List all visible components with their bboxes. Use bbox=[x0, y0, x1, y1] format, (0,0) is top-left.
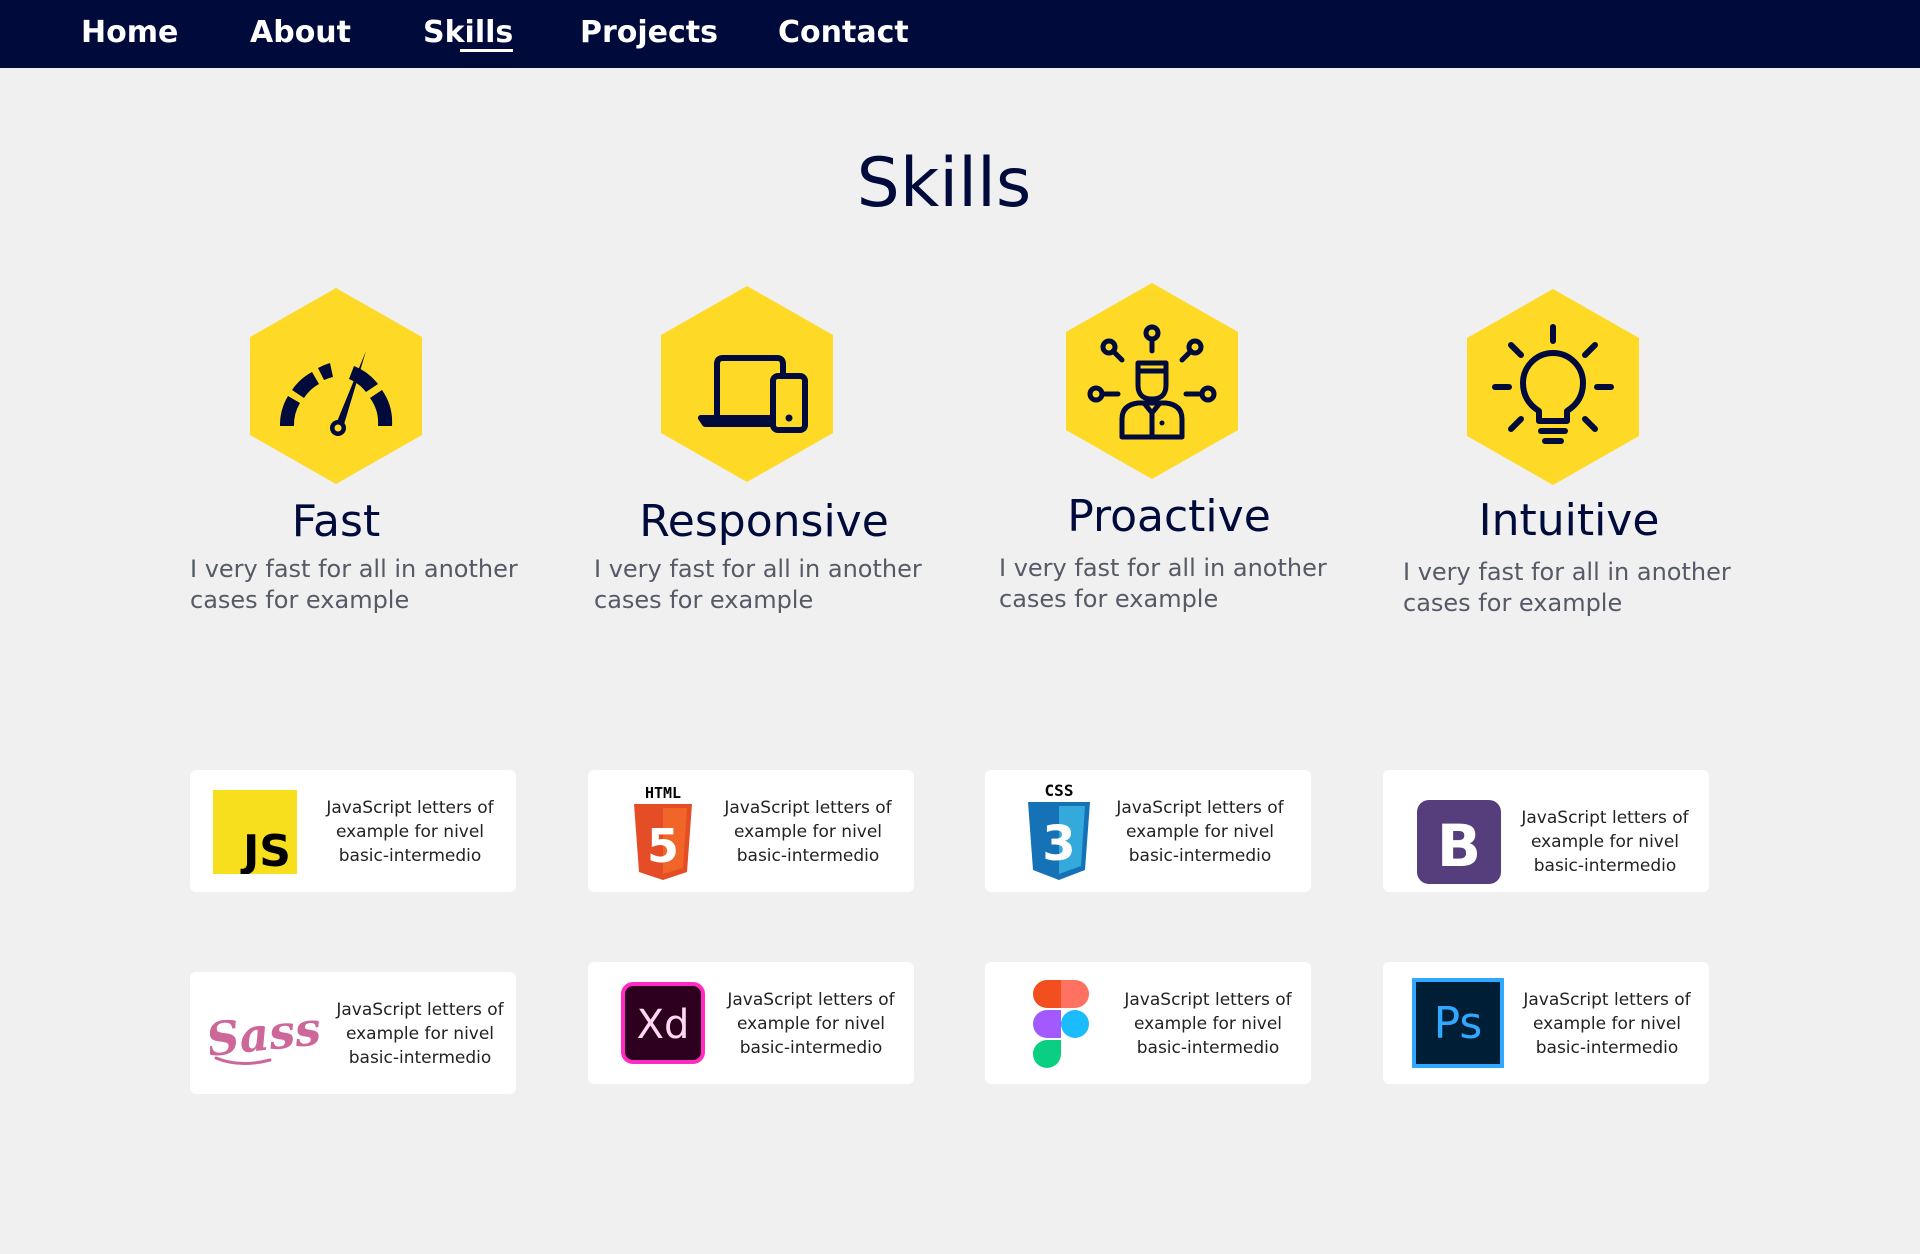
devices-icon bbox=[698, 355, 808, 433]
tech-card-photoshop: Ps JavaScript letters of example for niv… bbox=[1383, 962, 1709, 1084]
card-description: JavaScript letters of example for nivel … bbox=[1124, 990, 1292, 1058]
hexagon-badge bbox=[1467, 289, 1639, 485]
tech-card-xd: Xd JavaScript letters of example for niv… bbox=[588, 962, 914, 1084]
skill-description: I very fast for all in another cases for… bbox=[1403, 558, 1731, 617]
tech-card-css: CSS 3 JavaScript letters of example for … bbox=[985, 770, 1311, 892]
card-description: JavaScript letters of example for nivel … bbox=[1116, 798, 1284, 866]
top-navbar: Home About Skills Projects Contact bbox=[0, 0, 1920, 68]
nav-link-skills[interactable]: Skills bbox=[423, 0, 514, 68]
card-description: JavaScript letters of example for nivel … bbox=[1521, 808, 1689, 876]
sass-logo-icon: Sass bbox=[210, 1001, 320, 1067]
javascript-logo-icon: JS bbox=[213, 790, 297, 874]
tech-card-sass: Sass JavaScript letters of example for n… bbox=[190, 972, 516, 1094]
adobe-xd-logo-icon: Xd bbox=[621, 982, 705, 1064]
skill-title: Fast bbox=[291, 496, 381, 547]
card-description: JavaScript letters of example for nivel … bbox=[326, 798, 494, 866]
photoshop-logo-icon: Ps bbox=[1412, 978, 1504, 1068]
skill-description: I very fast for all in another cases for… bbox=[594, 555, 922, 614]
hexagon-badge bbox=[250, 288, 422, 484]
nav-link-projects[interactable]: Projects bbox=[580, 0, 718, 68]
skill-description: I very fast for all in another cases for… bbox=[999, 554, 1327, 613]
css3-logo-icon: CSS 3 bbox=[1028, 781, 1090, 880]
tech-card-html: HTML 5 JavaScript letters of example for… bbox=[588, 770, 914, 892]
card-description: JavaScript letters of example for nivel … bbox=[727, 990, 895, 1058]
tech-card-bootstrap: B JavaScript letters of example for nive… bbox=[1383, 770, 1709, 892]
skill-description: I very fast for all in another cases for… bbox=[190, 555, 518, 614]
svg-text:CSS: CSS bbox=[1045, 781, 1074, 800]
nav-link-home[interactable]: Home bbox=[81, 0, 178, 68]
hexagon-badge bbox=[661, 286, 833, 482]
bootstrap-logo-icon: B bbox=[1417, 800, 1501, 884]
skill-title: Responsive bbox=[639, 496, 889, 547]
svg-text:Xd: Xd bbox=[637, 1002, 690, 1048]
skill-title: Proactive bbox=[1067, 491, 1271, 542]
nav-link-contact[interactable]: Contact bbox=[778, 0, 909, 68]
lightbulb-icon bbox=[1492, 324, 1614, 444]
tech-card-figma: JavaScript letters of example for nivel … bbox=[985, 962, 1311, 1084]
skill-title: Intuitive bbox=[1478, 495, 1660, 546]
figma-logo-icon bbox=[1033, 980, 1089, 1068]
nav-link-about[interactable]: About bbox=[250, 0, 351, 68]
card-description: JavaScript letters of example for nivel … bbox=[336, 1000, 504, 1068]
tech-card-javascript: JS JavaScript letters of example for niv… bbox=[190, 770, 516, 892]
person-network-icon bbox=[1087, 324, 1217, 440]
svg-text:Sass: Sass bbox=[210, 1001, 320, 1067]
speedometer-icon bbox=[279, 351, 393, 436]
svg-text:B: B bbox=[1437, 812, 1481, 880]
html5-logo-icon: HTML 5 bbox=[634, 784, 692, 880]
card-description: JavaScript letters of example for nivel … bbox=[1523, 990, 1691, 1058]
card-description: JavaScript letters of example for nivel … bbox=[724, 798, 892, 866]
svg-text:HTML: HTML bbox=[645, 784, 681, 802]
svg-text:5: 5 bbox=[647, 819, 679, 873]
svg-text:Ps: Ps bbox=[1434, 998, 1483, 1049]
svg-text:JS: JS bbox=[240, 826, 291, 874]
svg-text:3: 3 bbox=[1042, 816, 1075, 872]
hexagon-badge bbox=[1066, 283, 1238, 479]
page-title: Skills bbox=[856, 144, 1032, 223]
